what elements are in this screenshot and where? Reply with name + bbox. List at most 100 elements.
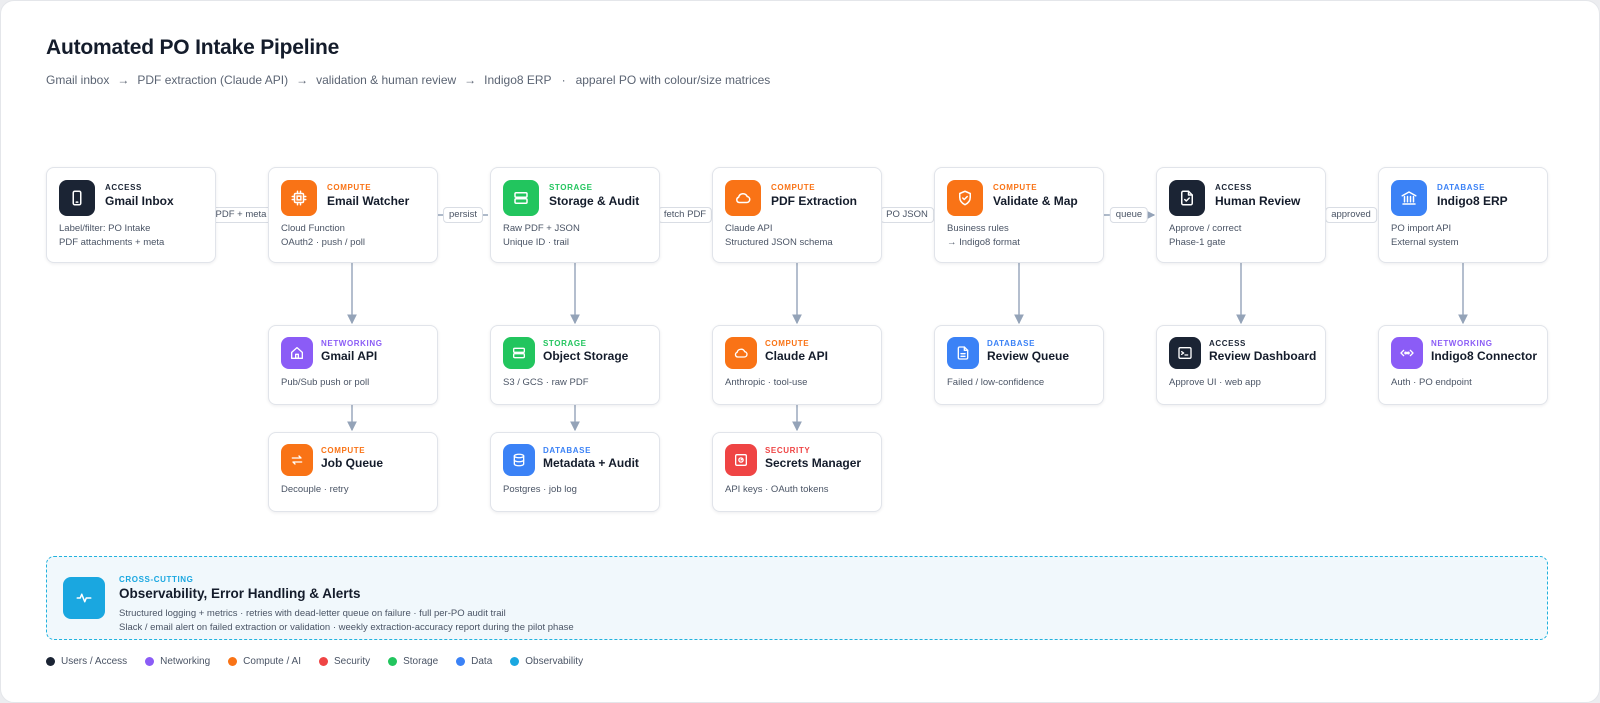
node-desc-line: Pub/Sub push or poll	[281, 377, 370, 388]
legend-item-compute: Compute / AI	[228, 656, 301, 667]
subtitle-note: apparel PO with colour/size matrices	[575, 73, 771, 87]
node-job-queue[interactable]: COMPUTE Job Queue Decouple · retry	[268, 432, 438, 512]
node-title: Secrets Manager	[765, 456, 862, 470]
subtitle-step: Gmail inbox	[46, 73, 110, 87]
swap-icon	[281, 444, 313, 476]
chip-icon	[281, 180, 317, 216]
observability-title: Observability, Error Handling & Alerts	[119, 586, 361, 601]
node-category: NETWORKING	[1431, 339, 1493, 348]
node-desc-line: Structured JSON schema	[725, 237, 833, 248]
node-pdf-extraction[interactable]: COMPUTE PDF Extraction Claude API Struct…	[712, 167, 882, 263]
node-title: Gmail Inbox	[105, 194, 174, 208]
node-title: PDF Extraction	[771, 194, 858, 208]
node-desc-line: → Indigo8 format	[947, 237, 1020, 248]
node-desc-line: Claude API	[725, 223, 773, 234]
node-metadata-audit[interactable]: DATABASE Metadata + Audit Postgres · job…	[490, 432, 660, 512]
cloud-icon	[725, 180, 761, 216]
legend: Users / Access Networking Compute / AI S…	[46, 656, 601, 667]
node-review-queue[interactable]: DATABASE Review Queue Failed / low-confi…	[934, 325, 1104, 405]
home-icon	[281, 337, 313, 369]
node-desc-line: API keys · OAuth tokens	[725, 484, 829, 495]
arrow-right-icon: →	[117, 73, 130, 87]
node-description: Decouple · retry	[281, 483, 349, 497]
node-category: DATABASE	[543, 446, 592, 455]
legend-item-storage: Storage	[388, 656, 438, 667]
node-email-watcher[interactable]: COMPUTE Email Watcher Cloud Function OAu…	[268, 167, 438, 263]
node-title: Human Review	[1215, 194, 1301, 208]
node-description: Postgres · job log	[503, 483, 577, 497]
legend-label: Data	[471, 656, 493, 667]
legend-item-observability: Observability	[510, 656, 583, 667]
legend-swatch	[388, 657, 398, 666]
legend-label: Users / Access	[61, 656, 128, 667]
node-description: Pub/Sub push or poll	[281, 376, 369, 390]
node-category: STORAGE	[549, 183, 593, 192]
phone-icon	[59, 180, 95, 216]
node-description: Approve / correct Phase-1 gate	[1169, 222, 1241, 250]
node-desc-line: Anthropic · tool-use	[725, 377, 808, 388]
node-desc-line: PO import API	[1391, 223, 1452, 234]
node-desc-line: Postgres · job log	[503, 484, 577, 495]
bank-icon	[1391, 180, 1427, 216]
node-desc-line: Phase-1 gate	[1169, 237, 1226, 248]
observability-category: CROSS-CUTTING	[119, 575, 194, 584]
node-category: DATABASE	[987, 339, 1036, 348]
node-object-storage[interactable]: STORAGE Object Storage S3 / GCS · raw PD…	[490, 325, 660, 405]
edge-label-po-json: PO JSON	[880, 207, 934, 223]
node-gmail-inbox[interactable]: ACCESS Gmail Inbox Label/filter: PO Inta…	[46, 167, 216, 263]
safe-icon	[725, 444, 757, 476]
node-description: Business rules → Indigo8 format	[947, 222, 1020, 250]
node-desc-line: Failed / low-confidence	[947, 377, 1045, 388]
node-secrets-manager[interactable]: SECURITY Secrets Manager API keys · OAut…	[712, 432, 882, 512]
node-category: SECURITY	[765, 446, 811, 455]
node-category: COMPUTE	[327, 183, 372, 192]
cloud-icon	[725, 337, 757, 369]
legend-item-networking: Networking	[145, 656, 210, 667]
legend-swatch	[318, 657, 328, 666]
node-title: Review Queue	[987, 349, 1070, 363]
node-title: Storage & Audit	[549, 194, 640, 208]
node-desc-line: Raw PDF + JSON	[503, 223, 580, 234]
node-indigo8-erp[interactable]: DATABASE Indigo8 ERP PO import API Exter…	[1378, 167, 1548, 263]
terminal-icon	[1169, 337, 1201, 369]
arrow-right-icon: →	[464, 73, 477, 87]
node-storage-audit[interactable]: STORAGE Storage & Audit Raw PDF + JSON U…	[490, 167, 660, 263]
node-description: Approve UI · web app	[1169, 376, 1261, 390]
edge-label-fetch-pdf: fetch PDF	[657, 207, 713, 223]
node-description: Anthropic · tool-use	[725, 376, 807, 390]
observability-description: Structured logging + metrics · retries w…	[119, 607, 574, 635]
legend-label: Storage	[403, 656, 439, 667]
node-gmail-api[interactable]: NETWORKING Gmail API Pub/Sub push or pol…	[268, 325, 438, 405]
node-claude-api[interactable]: COMPUTE Claude API Anthropic · tool-use	[712, 325, 882, 405]
node-title: Object Storage	[543, 349, 629, 363]
node-title: Indigo8 Connector	[1431, 349, 1537, 363]
node-category: ACCESS	[1215, 183, 1252, 192]
connector-icon	[1391, 337, 1423, 369]
node-human-review[interactable]: ACCESS Human Review Approve / correct Ph…	[1156, 167, 1326, 263]
subtitle-step: PDF extraction (Claude API)	[137, 73, 289, 87]
storage-icon	[503, 180, 539, 216]
page-subtitle: Gmail inbox → PDF extraction (Claude API…	[46, 73, 770, 87]
legend-label: Compute / AI	[243, 656, 301, 667]
node-category: ACCESS	[105, 183, 142, 192]
subtitle-separator: ·	[561, 73, 566, 87]
node-desc-line: Business rules	[947, 223, 1009, 234]
node-indigo8-connector[interactable]: NETWORKING Indigo8 Connector Auth · PO e…	[1378, 325, 1548, 405]
node-description: Label/filter: PO Intake PDF attachments …	[59, 222, 164, 250]
shield-check-icon	[947, 180, 983, 216]
legend-item-data: Data	[456, 656, 492, 667]
node-category: COMPUTE	[993, 183, 1038, 192]
node-validate-map[interactable]: COMPUTE Validate & Map Business rules → …	[934, 167, 1104, 263]
node-description: Failed / low-confidence	[947, 376, 1044, 390]
node-category: COMPUTE	[765, 339, 810, 348]
edge-label-queue: queue	[1109, 207, 1149, 223]
observability-panel[interactable]: CROSS-CUTTING Observability, Error Handl…	[46, 556, 1548, 640]
node-desc-line: Auth · PO endpoint	[1391, 377, 1472, 388]
node-desc-line: Unique ID · trail	[503, 237, 569, 248]
node-review-dashboard[interactable]: ACCESS Review Dashboard Approve UI · web…	[1156, 325, 1326, 405]
node-category: DATABASE	[1437, 183, 1486, 192]
node-category: STORAGE	[543, 339, 587, 348]
node-description: PO import API External system	[1391, 222, 1459, 250]
subtitle-step: validation & human review	[316, 73, 457, 87]
legend-label: Networking	[160, 656, 211, 667]
